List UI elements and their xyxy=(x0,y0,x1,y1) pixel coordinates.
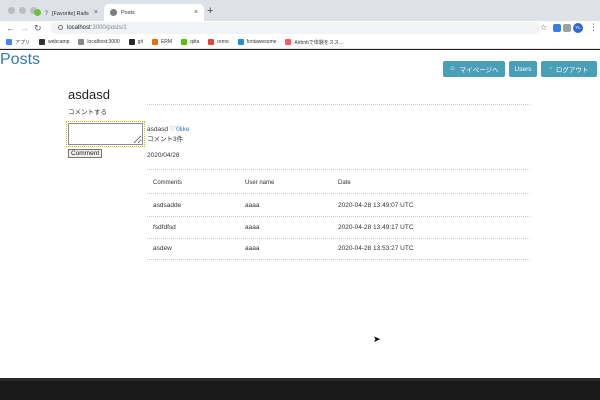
comment-count: コメント3件 xyxy=(147,136,184,143)
logout-button-label: ログアウト xyxy=(555,67,589,74)
table-row-divider xyxy=(147,216,530,217)
comment-date: 2020-04-28 13:53:27 UTC xyxy=(338,245,414,252)
bookmark-icon xyxy=(39,39,46,45)
bookmark-label: fontawesome xyxy=(246,39,277,45)
browser-tab-strip: ？ [Favorite] Rails いいね機能 × Posts × + xyxy=(0,0,600,21)
post-meta: asdasd ♡0like コメント3件 xyxy=(147,125,189,145)
close-window-button[interactable] xyxy=(8,7,15,14)
section-divider xyxy=(147,169,530,170)
bookmark-item[interactable]: remo xyxy=(208,39,229,45)
tab-title: ？ [Favorite] Rails いいね機能 xyxy=(45,10,91,17)
logout-button[interactable]: ▫ ログアウト xyxy=(541,61,597,77)
post-date: 2020/04/28 xyxy=(147,152,180,159)
site-info-icon[interactable] xyxy=(58,25,63,30)
screen: ？ [Favorite] Rails いいね機能 × Posts × + ← →… xyxy=(0,0,600,400)
tab-close-icon[interactable]: × xyxy=(194,9,198,16)
bookmark-label: localhost:3000 xyxy=(87,39,120,45)
comment-textarea[interactable] xyxy=(66,121,145,147)
new-tab-button[interactable]: + xyxy=(207,4,213,18)
post-meta-line: asdasd ♡0like xyxy=(147,125,189,135)
bookmark-item[interactable]: Airbnbで体験をスス… xyxy=(285,39,344,46)
globe-icon xyxy=(110,9,117,16)
bookmark-icon xyxy=(128,39,135,45)
browser-tab-posts[interactable]: Posts × xyxy=(104,4,204,21)
bookmark-label: ERM xyxy=(160,39,173,45)
browser-menu-icon[interactable]: ⋮ xyxy=(589,21,598,34)
post-title: asdasd xyxy=(68,87,110,102)
browser-tab-favorite[interactable]: ？ [Favorite] Rails いいね機能 × xyxy=(28,4,104,21)
forward-arrow-icon[interactable]: → xyxy=(20,22,29,34)
bookmark-label: Airbnbで体験をスス… xyxy=(294,39,344,46)
bookmark-label: アプリ xyxy=(15,39,31,46)
dock-strip xyxy=(0,378,600,381)
table-header-user-name: User name xyxy=(245,180,275,186)
comment-user: aaaa xyxy=(245,224,260,231)
brand-link[interactable]: Posts xyxy=(0,51,40,69)
user-icon: ☺ xyxy=(449,66,456,72)
bookmark-item[interactable]: localhost:3000 xyxy=(78,39,120,45)
mypage-button[interactable]: ☺ マイページへ xyxy=(443,61,505,77)
bookmark-item[interactable]: webcamp xyxy=(39,39,69,45)
extension-icon[interactable] xyxy=(553,24,561,32)
comment-user: aaaa xyxy=(245,202,260,209)
users-button-label: Users xyxy=(514,65,532,73)
bookmark-item[interactable]: fontawesome xyxy=(237,39,277,45)
comment-text: fsdfdfsd xyxy=(153,224,176,231)
screen-bottom-bar xyxy=(0,378,600,400)
comment-prompt: コメントする xyxy=(68,109,107,116)
comment-text: asdsadde xyxy=(153,202,182,209)
table-row-divider xyxy=(147,193,530,194)
tab-title: Posts xyxy=(121,9,135,16)
bookmark-icon xyxy=(151,39,158,45)
browser-toolbar: ← → ↻ localhost:3000/posts/1 ☆ YL ⋮ xyxy=(0,21,600,36)
bookmark-label: webcamp xyxy=(48,39,70,45)
table-header-comments: Comments xyxy=(153,180,183,186)
bookmark-icon xyxy=(237,39,244,45)
back-arrow-icon[interactable]: ← xyxy=(6,22,15,34)
comment-date: 2020-04-28 13:49:17 UTC xyxy=(338,224,414,231)
bookmark-icon xyxy=(78,39,85,45)
bookmark-label: qiita xyxy=(190,39,200,45)
bookmark-item[interactable]: ERM xyxy=(151,39,173,45)
users-button[interactable]: Users xyxy=(509,61,537,77)
page-viewport: Posts ☺ マイページへ Users ▫ ログアウト asdasd コメント… xyxy=(0,50,600,378)
url-path: :3000/posts/1 xyxy=(90,25,127,31)
address-bar[interactable]: localhost:3000/posts/1 xyxy=(50,22,540,34)
tab-favicon-icon xyxy=(34,9,41,16)
bookmark-star-icon[interactable]: ☆ xyxy=(540,23,547,32)
bookmark-item[interactable]: git xyxy=(128,39,143,45)
mouse-cursor-icon: ➤ xyxy=(373,334,381,344)
bookmark-icon xyxy=(6,39,12,45)
table-row-divider xyxy=(147,238,530,239)
bookmark-label: git xyxy=(137,39,143,45)
comment-user: aaaa xyxy=(245,245,260,252)
mypage-button-label: マイページへ xyxy=(459,67,499,74)
bookmark-icon xyxy=(208,39,215,45)
like-count-link[interactable]: 0like xyxy=(176,126,189,133)
tab-close-icon[interactable]: × xyxy=(94,9,98,16)
post-name: asdasd xyxy=(147,126,168,133)
comment-text: asdew xyxy=(153,245,172,252)
url-host: localhost xyxy=(67,25,91,31)
table-row-divider xyxy=(147,259,530,260)
bookmark-label: remo xyxy=(217,39,229,45)
table-header-date: Date xyxy=(338,180,351,186)
minimize-window-button[interactable] xyxy=(19,7,26,14)
comment-submit-button[interactable]: Comment xyxy=(68,149,103,158)
section-divider xyxy=(147,104,530,105)
profile-avatar[interactable]: YL xyxy=(573,23,583,33)
comment-date: 2020-04-28 13:49:07 UTC xyxy=(338,202,414,209)
bookmarks-bar: アプリ webcamp localhost:3000 git ERM qiita remo f… xyxy=(0,36,600,49)
bookmark-item[interactable]: アプリ xyxy=(6,39,30,46)
bookmark-item[interactable]: qiita xyxy=(181,39,199,45)
bookmark-icon xyxy=(285,39,292,45)
reload-icon[interactable]: ↻ xyxy=(34,22,42,34)
logout-icon: ▫ xyxy=(549,66,552,72)
extension-icon[interactable] xyxy=(563,24,571,32)
bookmark-icon xyxy=(181,39,188,45)
